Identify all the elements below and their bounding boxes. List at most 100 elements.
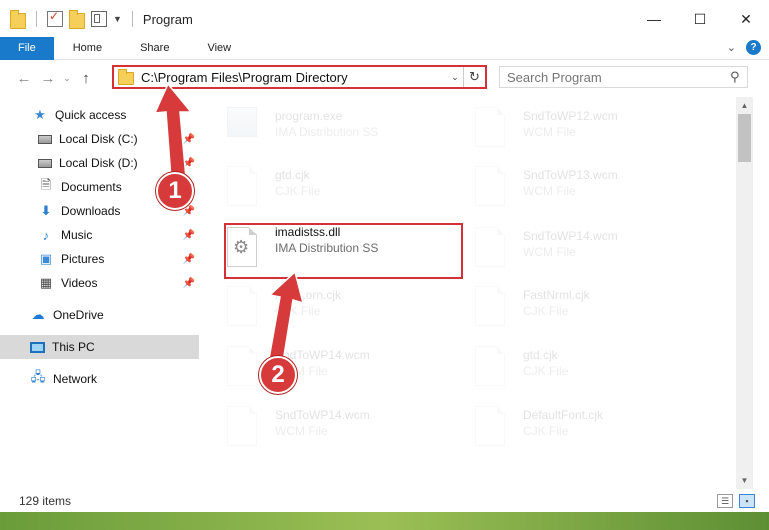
sidebar-item-local-disk-c[interactable]: Local Disk (C:) 📌 bbox=[0, 127, 199, 151]
file-list: program.exe IMA Distribution SS gtd.cjk CJ… bbox=[205, 97, 736, 472]
drive-icon bbox=[38, 158, 52, 168]
page-icon bbox=[475, 107, 509, 151]
sidebar-item-label: Documents bbox=[61, 180, 122, 194]
navigation-pane: ★ Quick access Local Disk (C:) 📌 Local D… bbox=[0, 97, 203, 472]
sidebar-item-this-pc[interactable]: This PC bbox=[0, 335, 199, 359]
file-type: WCM File bbox=[523, 184, 576, 198]
tab-view[interactable]: View bbox=[188, 37, 250, 60]
back-arrow-icon[interactable]: ← bbox=[12, 70, 36, 87]
page-icon bbox=[475, 166, 509, 210]
file-type: WCM File bbox=[523, 245, 576, 259]
file-name: gtd.cjk bbox=[275, 168, 310, 182]
search-icon[interactable]: ⚲ bbox=[723, 69, 747, 85]
list-item[interactable]: Fo...Lorn.cjk CJK File bbox=[227, 282, 467, 340]
page-icon bbox=[475, 406, 509, 450]
scroll-down-icon[interactable]: ▼ bbox=[736, 472, 753, 489]
file-name: DefaultFont.cjk bbox=[523, 408, 604, 422]
help-icon[interactable]: ? bbox=[746, 40, 761, 55]
scroll-up-icon[interactable]: ▲ bbox=[736, 97, 753, 114]
file-type: CJK File bbox=[275, 304, 321, 318]
expand-ribbon-icon[interactable]: ⌄ bbox=[727, 41, 736, 54]
recent-locations-icon[interactable]: ⌄ bbox=[60, 73, 74, 84]
ribbon-tabs: File Home Share View ⌄ ? bbox=[0, 36, 769, 60]
badge-step-2: 2 bbox=[259, 356, 297, 394]
new-folder-icon[interactable] bbox=[69, 10, 85, 29]
sidebar-item-music[interactable]: ♪ Music 📌 bbox=[0, 223, 199, 247]
sidebar-item-network[interactable]: 🖧 Network bbox=[0, 367, 199, 391]
page-icon bbox=[475, 227, 509, 271]
tab-file[interactable]: File bbox=[0, 36, 54, 60]
cloud-icon: ☁ bbox=[31, 307, 45, 322]
page-icon bbox=[475, 286, 509, 330]
tab-share[interactable]: Share bbox=[121, 37, 188, 60]
video-icon: ▦ bbox=[39, 275, 53, 290]
list-item[interactable]: SndToWP14.wcm WCM File bbox=[475, 223, 715, 281]
pin-icon[interactable]: 📌 bbox=[183, 278, 195, 289]
forward-arrow-icon[interactable]: → bbox=[36, 70, 60, 87]
search-input[interactable] bbox=[507, 69, 723, 85]
close-button[interactable]: ✕ bbox=[723, 0, 769, 38]
sidebar-item-quick-access[interactable]: ★ Quick access bbox=[0, 103, 199, 127]
pin-icon[interactable]: 📌 bbox=[183, 254, 195, 265]
up-arrow-icon[interactable]: ↑ bbox=[74, 70, 98, 87]
list-item[interactable]: DefaultFont.cjk CJK File bbox=[475, 402, 715, 460]
list-item[interactable]: gtd.cjk CJK File bbox=[227, 162, 467, 220]
tiles-view-icon[interactable]: ▪ bbox=[739, 494, 755, 508]
drive-icon bbox=[38, 134, 52, 144]
list-item[interactable]: gtd.cjk CJK File bbox=[475, 342, 715, 400]
sidebar-item-label: This PC bbox=[52, 340, 95, 354]
file-name: SndToWP12.wcm bbox=[523, 109, 618, 123]
sidebar-item-local-disk-d[interactable]: Local Disk (D:) 📌 bbox=[0, 151, 199, 175]
star-icon: ★ bbox=[34, 107, 46, 122]
desktop-background-strip bbox=[0, 512, 769, 530]
list-item[interactable]: program.exe IMA Distribution SS bbox=[227, 103, 467, 161]
sidebar-item-label: Downloads bbox=[61, 204, 121, 218]
refresh-icon[interactable]: ↻ bbox=[463, 67, 485, 87]
sidebar-item-videos[interactable]: ▦ Videos 📌 bbox=[0, 271, 199, 295]
network-icon: 🖧 bbox=[30, 369, 46, 384]
page-icon bbox=[227, 406, 261, 450]
properties-check-icon[interactable] bbox=[47, 9, 63, 27]
list-item[interactable]: SndToWP14.wcm WCM File bbox=[227, 402, 467, 460]
music-icon: ♪ bbox=[42, 227, 50, 243]
folder-icon[interactable] bbox=[10, 10, 26, 29]
divider bbox=[36, 11, 37, 27]
scroll-thumb[interactable] bbox=[738, 114, 751, 162]
file-name: Fo...Lorn.cjk bbox=[275, 288, 342, 302]
tab-home[interactable]: Home bbox=[54, 37, 121, 60]
customize-icon[interactable] bbox=[91, 11, 107, 27]
file-type: CJK File bbox=[523, 364, 569, 378]
list-item[interactable]: FastNrml.cjk CJK File bbox=[475, 282, 715, 340]
file-type: IMA Distribution SS bbox=[275, 125, 379, 139]
page-icon bbox=[227, 286, 261, 330]
sidebar-item-onedrive[interactable]: ☁ OneDrive bbox=[0, 303, 199, 327]
list-item[interactable]: SndToWP12.wcm WCM File bbox=[475, 103, 715, 161]
minimize-button[interactable]: — bbox=[631, 0, 677, 38]
address-row: ← → ⌄ ↑ C:\Program Files\Program Directo… bbox=[0, 61, 769, 95]
item-count: 129 items bbox=[19, 494, 72, 508]
address-path[interactable]: C:\Program Files\Program Directory bbox=[141, 70, 447, 85]
chevron-down-icon[interactable]: ▼ bbox=[113, 14, 122, 24]
highlight-box bbox=[224, 223, 463, 279]
file-name: SndToWP14.wcm bbox=[275, 408, 370, 422]
folder-icon bbox=[118, 69, 134, 85]
address-bar[interactable]: C:\Program Files\Program Directory ⌄ ↻ bbox=[112, 65, 487, 89]
sidebar-item-pictures[interactable]: ▣ Pictures 📌 bbox=[0, 247, 199, 271]
chevron-down-icon[interactable]: ⌄ bbox=[447, 72, 463, 83]
maximize-button[interactable]: ☐ bbox=[677, 0, 723, 38]
file-name: FastNrml.cjk bbox=[523, 288, 590, 302]
vertical-scrollbar[interactable]: ▲ ▼ bbox=[736, 97, 753, 489]
file-name: gtd.cjk bbox=[523, 348, 558, 362]
sidebar-item-label: Videos bbox=[61, 276, 98, 290]
pin-icon[interactable]: 📌 bbox=[183, 134, 195, 145]
pin-icon[interactable]: 📌 bbox=[183, 230, 195, 241]
pin-icon[interactable]: 📌 bbox=[183, 158, 195, 169]
file-type: CJK File bbox=[275, 184, 321, 198]
search-box[interactable]: ⚲ bbox=[499, 66, 748, 88]
details-view-icon[interactable]: ☰ bbox=[717, 494, 733, 508]
file-type: WCM File bbox=[275, 424, 328, 438]
page-icon bbox=[475, 346, 509, 390]
window-controls: — ☐ ✕ bbox=[631, 0, 769, 38]
list-item[interactable]: SndToWP13.wcm WCM File bbox=[475, 162, 715, 220]
divider bbox=[131, 11, 133, 27]
